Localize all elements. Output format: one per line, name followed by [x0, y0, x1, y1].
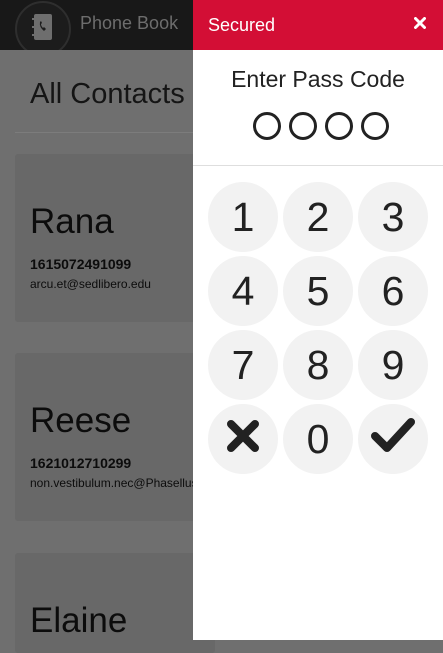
key-4[interactable]: 4: [208, 256, 278, 326]
contact-email: non.vestibulum.nec@Phasellus: [30, 476, 198, 490]
contact-name: Elaine: [30, 601, 128, 640]
contact-name: Reese: [30, 401, 132, 440]
address-book-icon: [31, 13, 55, 46]
contact-card[interactable]: Elaine: [15, 553, 215, 653]
contact-email: arcu.et@sedlibero.edu: [30, 277, 151, 291]
passcode-panel: Secured Enter Pass Code 1 2 3 4 5 6 7 8 …: [193, 0, 443, 640]
app-title: Phone Book: [80, 13, 179, 33]
passcode-dot: [253, 112, 281, 140]
passcode-dot: [325, 112, 353, 140]
passcode-indicator: [253, 112, 393, 142]
key-6[interactable]: 6: [358, 256, 428, 326]
key-8[interactable]: 8: [283, 330, 353, 400]
clear-button[interactable]: [208, 404, 278, 474]
close-icon: [414, 16, 426, 34]
section-divider: [15, 132, 215, 133]
panel-divider: [193, 165, 443, 166]
close-button[interactable]: [409, 14, 431, 36]
key-7[interactable]: 7: [208, 330, 278, 400]
passcode-prompt: Enter Pass Code: [231, 66, 405, 92]
key-9[interactable]: 9: [358, 330, 428, 400]
passcode-dot: [289, 112, 317, 140]
key-1[interactable]: 1: [208, 182, 278, 252]
confirm-button[interactable]: [358, 404, 428, 474]
contact-phone: 1615072491099: [30, 256, 132, 272]
clear-x-icon: [226, 416, 260, 463]
passcode-dot: [361, 112, 389, 140]
key-3[interactable]: 3: [358, 182, 428, 252]
contact-name: Rana: [30, 202, 114, 241]
contact-phone: 1621012710299: [30, 455, 132, 471]
key-2[interactable]: 2: [283, 182, 353, 252]
key-0[interactable]: 0: [283, 404, 353, 474]
app-logo[interactable]: [15, 1, 71, 57]
checkmark-icon: [371, 416, 415, 463]
passcode-header: Secured: [193, 0, 443, 50]
contact-card[interactable]: Reese 1621012710299 non.vestibulum.nec@P…: [15, 353, 215, 521]
section-title: All Contacts: [30, 78, 185, 110]
key-5[interactable]: 5: [283, 256, 353, 326]
contact-card[interactable]: Rana 1615072491099 arcu.et@sedlibero.edu: [15, 154, 215, 322]
passcode-title: Secured: [208, 15, 276, 35]
